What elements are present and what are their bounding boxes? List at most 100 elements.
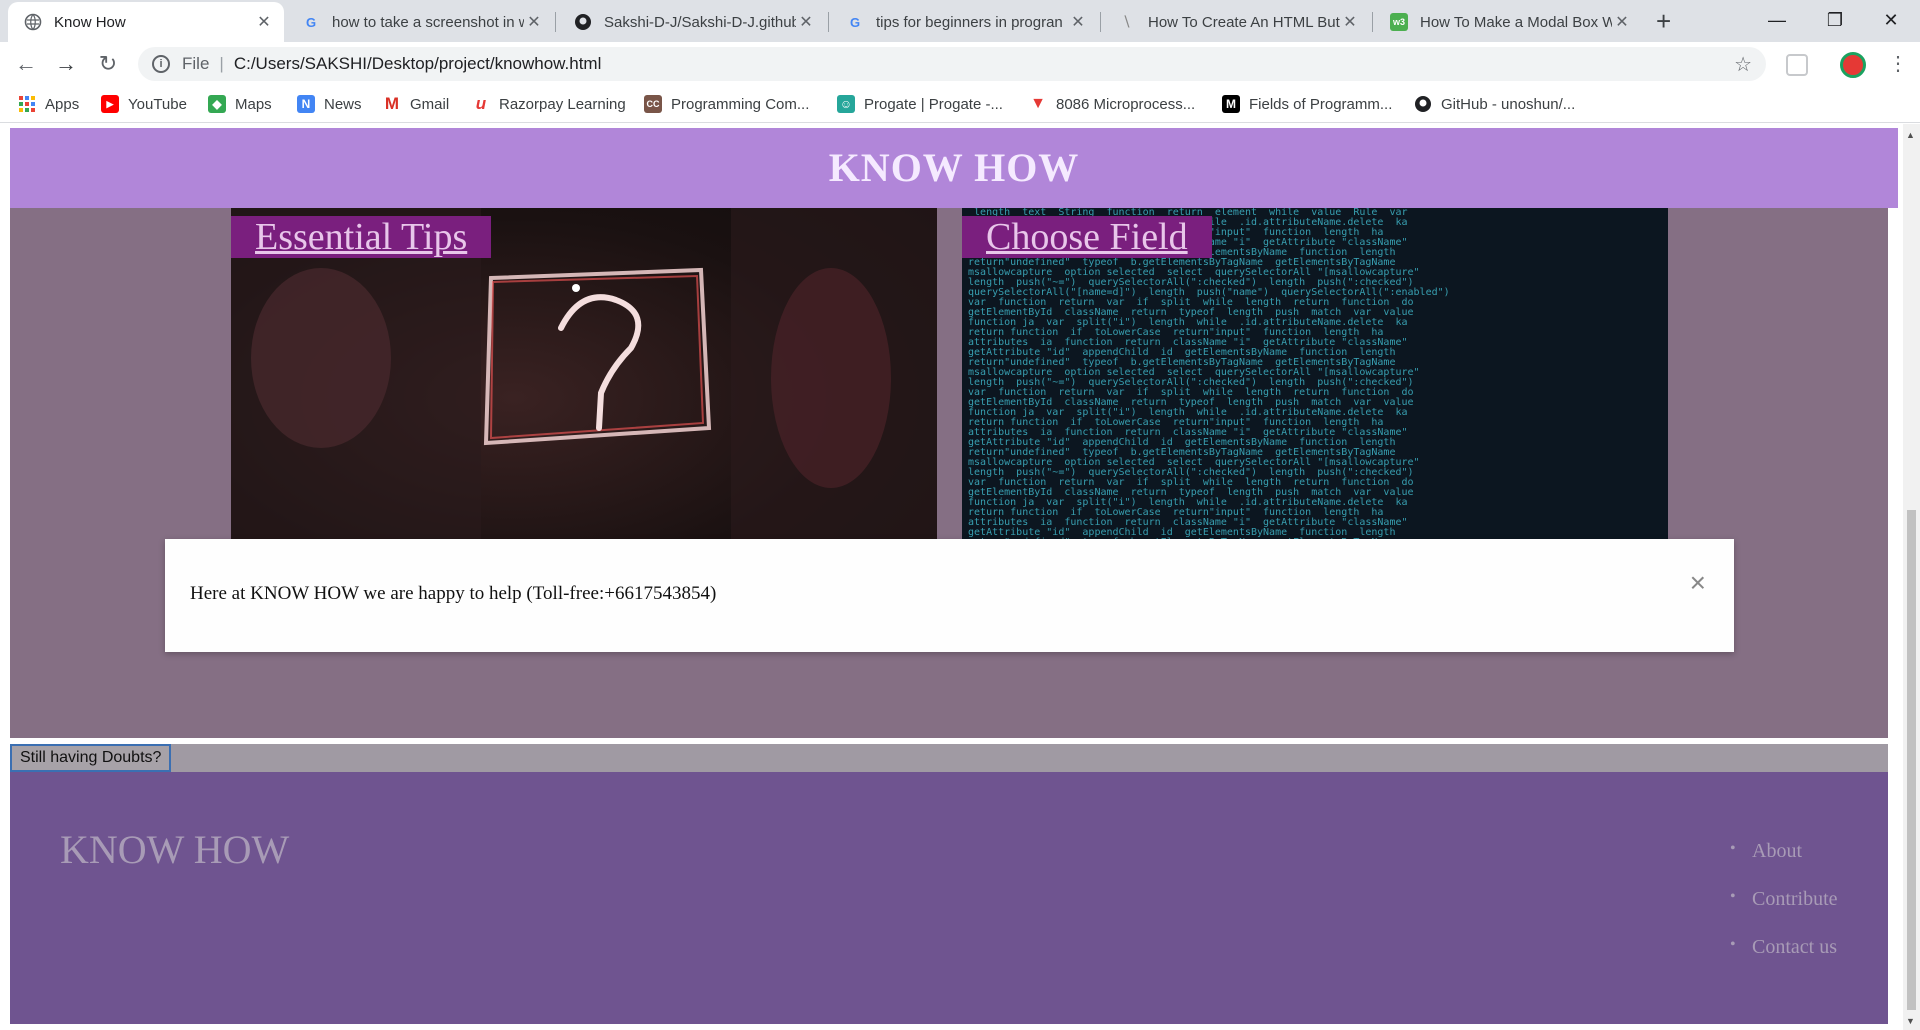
bookmark-star-icon[interactable]: ☆ [1734, 52, 1752, 77]
bookmark-label: Progate | Progate -... [864, 95, 1003, 113]
page-scrollbar[interactable]: ▲ ▼ [1903, 124, 1920, 1030]
bookmark-label: Gmail [410, 95, 450, 113]
tab-title: How To Create An HTML But [1148, 13, 1340, 31]
close-tab-icon[interactable]: ✕ [796, 12, 816, 32]
tab-title: how to take a screenshot in w [332, 13, 524, 31]
page-title: KNOW HOW [828, 145, 1080, 190]
doubts-band [10, 744, 1888, 772]
maps-icon: ◆ [208, 95, 226, 113]
medium-icon: M [1222, 95, 1240, 113]
close-tab-icon[interactable]: ✕ [1068, 12, 1088, 32]
browser-tab-strip: Know How ✕ G how to take a screenshot in… [0, 0, 1920, 42]
bookmark-github[interactable]: GitHub - unoshun/... [1414, 95, 1575, 113]
choose-field-link[interactable]: Choose Field [962, 216, 1212, 258]
address-scheme: File [182, 54, 210, 73]
back-button[interactable]: ← [12, 50, 40, 78]
tab-title: tips for beginners in progran [876, 13, 1063, 31]
site-info-icon[interactable]: i [152, 55, 170, 73]
bookmark-label: Apps [45, 95, 80, 113]
page-viewport: KNOW HOW Essential Tips length text Stri… [0, 124, 1920, 1030]
bookmarks-bar: Apps ▶ YouTube ◆ Maps N News M Gmail u R… [0, 87, 1920, 123]
forward-button[interactable]: → [52, 50, 80, 78]
new-tab-button[interactable]: + [1656, 8, 1671, 34]
bookmark-8086[interactable]: ▼ 8086 Microprocess... [1029, 95, 1195, 113]
bookmark-youtube[interactable]: ▶ YouTube [101, 95, 187, 113]
tab-separator [555, 12, 556, 32]
globe-icon [24, 13, 42, 31]
bookmark-label: Fields of Programm... [1249, 95, 1393, 113]
google-icon: G [305, 14, 317, 30]
footer-link-contact-us[interactable]: Contact us [1730, 936, 1838, 984]
w3schools-green-icon: w3 [1390, 13, 1408, 31]
scrollbar-thumb[interactable] [1907, 510, 1916, 1010]
tab-separator [1372, 12, 1373, 32]
bookmark-progate[interactable]: ☺ Progate | Progate -... [837, 95, 1003, 113]
tab-title: Sakshi-D-J/Sakshi-D-J.github [604, 13, 796, 31]
bookmark-label: News [324, 95, 362, 113]
apps-grid-icon [18, 95, 36, 113]
help-modal: Here at KNOW HOW we are happy to help (T… [165, 539, 1734, 652]
tab-know-how[interactable]: Know How ✕ [8, 2, 284, 42]
bookmark-gmail[interactable]: M Gmail [383, 94, 450, 113]
bookmark-label: YouTube [128, 95, 187, 113]
modal-message: Here at KNOW HOW we are happy to help (T… [190, 583, 717, 604]
8086-icon: ▼ [1030, 95, 1046, 112]
razorpay-icon: u [475, 94, 487, 113]
close-tab-icon[interactable]: ✕ [1340, 12, 1360, 32]
essential-tips-link[interactable]: Essential Tips [231, 216, 492, 258]
tab-separator [1100, 12, 1101, 32]
close-tab-icon[interactable]: ✕ [254, 12, 274, 32]
footer-link-about[interactable]: About [1730, 840, 1838, 888]
close-icon[interactable]: × [1690, 569, 1706, 597]
bookmark-razorpay[interactable]: u Razorpay Learning [472, 94, 626, 113]
bookmark-label: Razorpay Learning [499, 95, 626, 113]
site-footer: KNOW HOW About Contribute Contact us [10, 772, 1888, 1024]
address-bar[interactable]: i File | C:/Users/SAKSHI/Desktop/project… [138, 47, 1766, 81]
close-window-button[interactable]: ✕ [1862, 0, 1920, 40]
google-icon: G [849, 14, 861, 30]
gmail-icon: M [384, 94, 400, 113]
address-url: C:/Users/SAKSHI/Desktop/project/knowhow.… [233, 54, 602, 73]
extension-icon[interactable] [1786, 54, 1808, 76]
browser-menu-icon[interactable]: ⋮ [1884, 50, 1912, 78]
minimize-window-button[interactable]: — [1748, 0, 1806, 40]
progate-icon: ☺ [837, 95, 855, 113]
bookmark-fields-of-programming[interactable]: M Fields of Programm... [1222, 95, 1392, 113]
youtube-icon: ▶ [101, 95, 119, 113]
bookmark-label: 8086 Microprocess... [1056, 95, 1196, 113]
tab-title: How To Make a Modal Box W [1420, 13, 1612, 31]
still-having-doubts-button[interactable]: Still having Doubts? [10, 744, 172, 772]
profile-avatar[interactable] [1840, 52, 1866, 78]
github-icon [1414, 95, 1432, 113]
bookmark-news[interactable]: N News [297, 95, 362, 113]
restore-window-button[interactable]: ❐ [1806, 0, 1864, 40]
bookmark-programming-com[interactable]: CC Programming Com... [644, 95, 809, 113]
cc-icon: CC [644, 95, 662, 113]
github-icon [574, 13, 592, 31]
tab-modal-box[interactable]: w3 How To Make a Modal Box W ✕ [1374, 2, 1642, 42]
bookmark-label: GitHub - unoshun/... [1441, 95, 1576, 113]
footer-link-contribute[interactable]: Contribute [1730, 888, 1838, 936]
news-icon: N [297, 95, 315, 113]
tab-html-button[interactable]: ⧹ How To Create An HTML But ✕ [1102, 2, 1370, 42]
footer-links: About Contribute Contact us [1730, 840, 1838, 984]
scroll-up-arrow-icon[interactable]: ▲ [1906, 130, 1915, 140]
footer-title: KNOW HOW [60, 827, 290, 872]
tab-screenshot-search[interactable]: G how to take a screenshot in w ✕ [286, 2, 554, 42]
bookmark-apps[interactable]: Apps [18, 95, 79, 113]
w3schools-icon: ⧹ [1124, 14, 1130, 29]
content-area: Essential Tips length text String functi… [10, 208, 1888, 738]
close-tab-icon[interactable]: ✕ [524, 12, 544, 32]
browser-toolbar: ← → ↻ i File | C:/Users/SAKSHI/Desktop/p… [0, 42, 1920, 87]
close-tab-icon[interactable]: ✕ [1612, 12, 1632, 32]
bookmark-label: Programming Com... [671, 95, 810, 113]
bookmark-maps[interactable]: ◆ Maps [208, 95, 272, 113]
bookmark-label: Maps [235, 95, 272, 113]
tab-title: Know How [54, 13, 126, 31]
reload-button[interactable]: ↻ [94, 50, 122, 78]
site-header: KNOW HOW [10, 128, 1898, 208]
tab-github-repo[interactable]: Sakshi-D-J/Sakshi-D-J.github ✕ [558, 2, 826, 42]
scroll-down-arrow-icon[interactable]: ▼ [1906, 1016, 1915, 1026]
tab-tips-search[interactable]: G tips for beginners in progran ✕ [830, 2, 1098, 42]
tab-separator [828, 12, 829, 32]
